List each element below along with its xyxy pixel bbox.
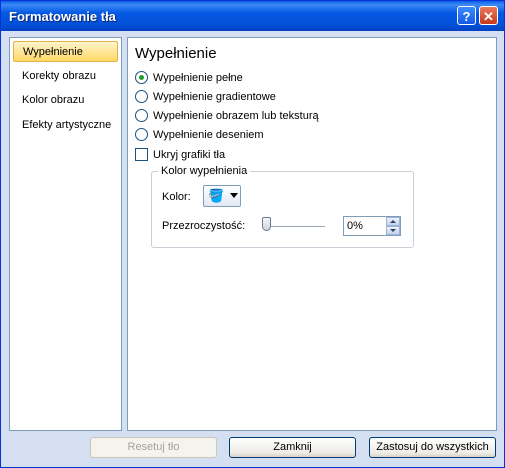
category-list: Wypełnienie Korekty obrazu Kolor obrazu …	[9, 37, 122, 431]
spin-down-button[interactable]	[386, 226, 400, 235]
color-label: Kolor:	[162, 191, 191, 203]
radio-picture-fill[interactable]	[135, 108, 148, 122]
transparency-label: Przezroczystość:	[162, 220, 246, 232]
transparency-spinner[interactable]: 0%	[343, 216, 401, 236]
nav-item-fill[interactable]: Wypełnienie	[13, 41, 118, 62]
dialog-body: Wypełnienie Korekty obrazu Kolor obrazu …	[5, 31, 500, 463]
checkbox-hide-background-graphics[interactable]	[135, 147, 148, 161]
transparency-slider-thumb[interactable]	[262, 217, 271, 231]
option-pattern-fill-label: Wypełnienie deseniem	[153, 129, 264, 141]
window-title: Formatowanie tła	[9, 9, 116, 24]
nav-item-artistic-effects[interactable]: Efekty artystyczne	[13, 115, 118, 136]
radio-gradient-fill[interactable]	[135, 89, 148, 103]
option-pattern-fill[interactable]: Wypełnienie deseniem	[135, 127, 264, 143]
nav-item-picture-corrections[interactable]: Korekty obrazu	[13, 66, 118, 87]
paint-bucket-icon: 🪣	[208, 188, 225, 203]
transparency-slider-track[interactable]	[265, 226, 325, 228]
title-bar[interactable]: Formatowanie tła ? ✕	[1, 1, 504, 31]
radio-pattern-fill[interactable]	[135, 127, 148, 141]
close-button[interactable]: Zamknij	[229, 437, 356, 458]
reset-background-button[interactable]: Resetuj tło	[90, 437, 217, 458]
nav-item-picture-color[interactable]: Kolor obrazu	[13, 90, 118, 111]
fill-settings-panel: Wypełnienie Wypełnienie pełne Wypełnieni…	[127, 37, 497, 431]
section-title: Wypełnienie	[135, 45, 217, 62]
close-window-button[interactable]: ✕	[479, 6, 498, 25]
fill-color-group: Kolor wypełnienia Kolor: 🪣 Przezroczysto…	[151, 165, 414, 248]
dialog-window: Formatowanie tła ? ✕ Wypełnienie Korekty…	[0, 0, 505, 468]
fill-color-group-title: Kolor wypełnienia	[158, 165, 251, 177]
transparency-value[interactable]: 0%	[347, 220, 363, 232]
option-picture-fill[interactable]: Wypełnienie obrazem lub teksturą	[135, 108, 319, 124]
option-gradient-fill[interactable]: Wypełnienie gradientowe	[135, 89, 276, 105]
radio-solid-fill[interactable]	[135, 70, 148, 84]
option-picture-fill-label: Wypełnienie obrazem lub teksturą	[153, 110, 319, 122]
option-solid-fill-label: Wypełnienie pełne	[153, 72, 243, 84]
hide-background-graphics-label: Ukryj grafiki tła	[153, 149, 226, 161]
spin-up-button[interactable]	[386, 217, 400, 226]
help-button[interactable]: ?	[457, 6, 476, 25]
option-gradient-fill-label: Wypełnienie gradientowe	[153, 91, 276, 103]
option-solid-fill[interactable]: Wypełnienie pełne	[135, 70, 243, 86]
color-picker-button[interactable]: 🪣	[203, 185, 241, 207]
chevron-down-icon	[230, 193, 238, 198]
option-hide-background-graphics[interactable]: Ukryj grafiki tła	[135, 147, 225, 163]
apply-to-all-button[interactable]: Zastosuj do wszystkich	[369, 437, 496, 458]
